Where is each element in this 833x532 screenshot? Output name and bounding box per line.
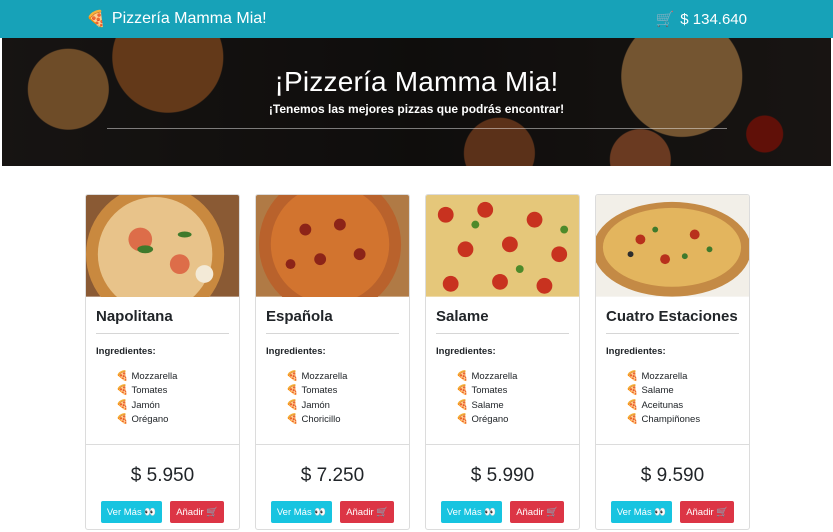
- pizza-name: Napolitana: [96, 308, 229, 334]
- pizza-image: [596, 195, 749, 298]
- list-item: 🍕 Salame: [626, 384, 739, 399]
- ingredient-name: Orégano: [131, 414, 169, 426]
- list-item: 🍕 Aceitunas: [626, 398, 739, 413]
- pizza-slice-icon: 🍕: [286, 399, 299, 411]
- pizza-slice-icon: 🍕: [456, 385, 469, 397]
- list-item: 🍕 Jamón: [286, 398, 399, 413]
- pizza-price: $ 7.250: [300, 465, 365, 486]
- pizza-card: Napolitana Ingredientes: 🍕 Mozzarella 🍕 To…: [85, 194, 240, 530]
- ingredient-list: 🍕 Mozzarella 🍕 Salame 🍕 Aceitunas 🍕 Champiño…: [606, 369, 739, 427]
- cart-icon: 🛒: [655, 11, 675, 28]
- list-item: 🍕 Mozzarella: [286, 369, 399, 384]
- pizza-name: Española: [266, 308, 399, 334]
- list-item: 🍕 Mozzarella: [456, 369, 569, 384]
- pizza-slice-icon: 🍕: [626, 385, 639, 397]
- pizza-slice-icon: 🍕: [286, 385, 299, 397]
- pizza-slice-icon: 🍕: [116, 370, 129, 382]
- pizza-slice-icon: 🍕: [456, 399, 469, 411]
- ingredient-name: Salame: [641, 385, 674, 397]
- ingredient-name: Jamón: [131, 399, 160, 411]
- list-item: 🍕 Jamón: [116, 398, 229, 413]
- see-more-button[interactable]: Ver Más 👀: [100, 501, 163, 523]
- see-more-button[interactable]: Ver Más 👀: [270, 501, 333, 523]
- pizza-slice-icon: 🍕: [626, 370, 639, 382]
- pizza-slice-icon: 🍕: [626, 399, 639, 411]
- pizza-card: Española Ingredientes: 🍕 Mozzarella 🍕 Toma…: [255, 194, 410, 530]
- list-item: 🍕 Tomates: [286, 384, 399, 399]
- list-item: 🍕 Champiñones: [626, 413, 739, 428]
- ingredients-label: Ingredientes:: [96, 346, 156, 357]
- pizza-price: $ 5.950: [130, 465, 195, 486]
- pizza-card-grid: Napolitana Ingredientes: 🍕 Mozzarella 🍕 To…: [85, 194, 750, 530]
- pizza-slice-icon: 🍕: [116, 399, 129, 411]
- ingredient-name: Mozzarella: [301, 370, 348, 382]
- pizza-slice-icon: 🍕: [116, 385, 129, 397]
- list-item: 🍕 Tomates: [116, 384, 229, 399]
- brand-link[interactable]: 🍕 Pizzería Mamma Mia!: [86, 9, 267, 29]
- see-more-button[interactable]: Ver Más 👀: [440, 501, 503, 523]
- ingredients-label: Ingredientes:: [606, 346, 666, 357]
- ingredient-name: Tomates: [471, 385, 508, 397]
- ingredient-name: Champiñones: [641, 414, 701, 426]
- ingredient-name: Tomates: [131, 385, 168, 397]
- hero-divider: [106, 128, 727, 129]
- list-item: 🍕 Choricillo: [286, 413, 399, 428]
- navbar: 🍕 Pizzería Mamma Mia! 🛒 $ 134.640: [0, 0, 833, 38]
- pizza-slice-icon: 🍕: [116, 414, 129, 426]
- ingredient-list: 🍕 Mozzarella 🍕 Tomates 🍕 Salame 🍕 Orégano: [436, 369, 569, 427]
- list-item: 🍕 Mozzarella: [626, 369, 739, 384]
- add-to-cart-button[interactable]: Añadir 🛒: [340, 501, 395, 523]
- pizza-name: Cuatro Estaciones: [606, 308, 739, 334]
- add-to-cart-button[interactable]: Añadir 🛒: [510, 501, 565, 523]
- ingredient-name: Aceitunas: [641, 399, 684, 411]
- pizza-image: [256, 195, 409, 298]
- list-item: 🍕 Mozzarella: [116, 369, 229, 384]
- see-more-button[interactable]: Ver Más 👀: [610, 501, 673, 523]
- pizza-image: [426, 195, 579, 298]
- pizza-slice-icon: 🍕: [456, 414, 469, 426]
- hero-subtitle: ¡Tenemos las mejores pizzas que podrás e…: [268, 102, 565, 116]
- ingredient-name: Mozzarella: [471, 370, 518, 382]
- hero-banner: ¡Pizzería Mamma Mia! ¡Tenemos las mejore…: [2, 38, 831, 166]
- add-to-cart-button[interactable]: Añadir 🛒: [170, 501, 225, 523]
- ingredient-list: 🍕 Mozzarella 🍕 Tomates 🍕 Jamón 🍕 Orégano: [96, 369, 229, 427]
- pizza-card: Salame Ingredientes: 🍕 Mozzarella 🍕 Tomate…: [425, 194, 580, 530]
- pizza-slice-icon: 🍕: [456, 370, 469, 382]
- ingredients-label: Ingredientes:: [266, 346, 326, 357]
- pizza-slice-icon: 🍕: [86, 11, 106, 28]
- pizza-price: $ 5.990: [470, 465, 535, 486]
- cart-total: $ 134.640: [680, 10, 747, 28]
- list-item: 🍕 Orégano: [456, 413, 569, 428]
- pizza-name: Salame: [436, 308, 569, 334]
- list-item: 🍕 Salame: [456, 398, 569, 413]
- list-item: 🍕 Orégano: [116, 413, 229, 428]
- add-to-cart-button[interactable]: Añadir 🛒: [680, 501, 735, 523]
- ingredients-label: Ingredientes:: [436, 346, 496, 357]
- hero-title: ¡Pizzería Mamma Mia!: [274, 66, 559, 97]
- ingredient-name: Mozzarella: [131, 370, 178, 382]
- pizza-card: Cuatro Estaciones Ingredientes: 🍕 Mozzare…: [595, 194, 750, 530]
- pizza-image: [86, 195, 239, 298]
- ingredient-name: Tomates: [301, 385, 338, 397]
- ingredient-name: Choricillo: [301, 414, 341, 426]
- cart-link[interactable]: 🛒 $ 134.640: [655, 10, 747, 29]
- ingredient-name: Mozzarella: [641, 370, 688, 382]
- ingredient-name: Orégano: [471, 414, 509, 426]
- pizza-price: $ 9.590: [640, 465, 705, 486]
- ingredient-list: 🍕 Mozzarella 🍕 Tomates 🍕 Jamón 🍕 Choricillo: [266, 369, 399, 427]
- pizza-slice-icon: 🍕: [626, 414, 639, 426]
- brand-name: Pizzería Mamma Mia!: [111, 10, 267, 27]
- pizza-slice-icon: 🍕: [286, 414, 299, 426]
- list-item: 🍕 Tomates: [456, 384, 569, 399]
- pizza-slice-icon: 🍕: [286, 370, 299, 382]
- ingredient-name: Salame: [471, 399, 504, 411]
- ingredient-name: Jamón: [301, 399, 330, 411]
